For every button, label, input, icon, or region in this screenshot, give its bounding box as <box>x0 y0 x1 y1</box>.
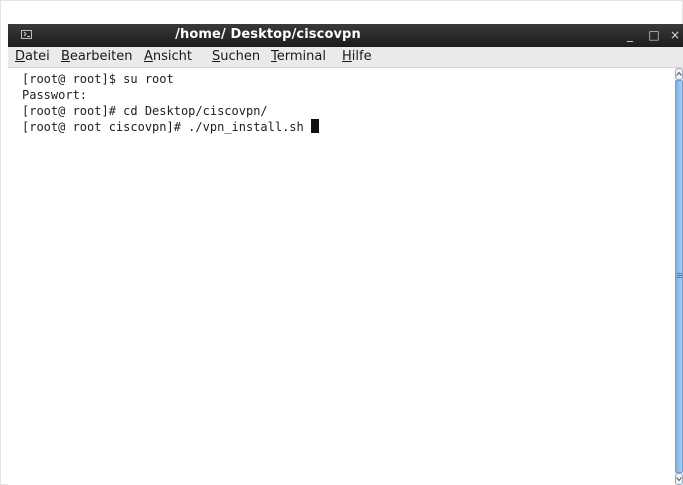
maximize-button[interactable]: □ <box>648 27 660 44</box>
menu-datei-accel: D <box>15 49 26 64</box>
chevron-down-icon[interactable] <box>675 473 683 485</box>
scroll-grip <box>677 273 682 274</box>
menu-ansicht[interactable]: Ansicht <box>144 49 192 64</box>
terminal-line: [root@ root]# cd Desktop/ciscovpn/ <box>22 104 268 118</box>
menu-hilfe-label: ilfe <box>351 49 372 64</box>
menu-bar: Datei Bearbeiten Ansicht Suchen Terminal… <box>8 47 683 68</box>
chevron-up-icon[interactable] <box>675 68 683 80</box>
menu-bearbeiten-accel: B <box>61 49 70 64</box>
menu-ansicht-accel: A <box>144 49 153 64</box>
menu-hilfe[interactable]: Hilfe <box>342 49 372 64</box>
menu-hilfe-accel: H <box>342 49 352 64</box>
menu-datei[interactable]: Datei <box>15 49 50 64</box>
text-cursor <box>310 119 319 133</box>
terminal-output[interactable]: [root@ root]$ su root Passwort: [root@ r… <box>8 68 675 485</box>
menu-bearbeiten[interactable]: Bearbeiten <box>61 49 132 64</box>
scroll-grip <box>677 277 682 278</box>
terminal-line: Passwort: <box>22 88 88 102</box>
terminal-line: [root@ root]$ su root <box>22 72 174 86</box>
close-button[interactable]: × <box>669 27 681 44</box>
scroll-thumb[interactable] <box>675 80 683 473</box>
terminal-current-line: [root@ root ciscovpn]# ./vpn_install.sh <box>22 119 319 135</box>
terminal-prompt-command: [root@ root ciscovpn]# ./vpn_install.sh <box>22 120 311 134</box>
window-title: /home/ Desktop/ciscovpn <box>175 27 361 42</box>
menu-suchen-label: uchen <box>220 49 261 64</box>
menu-datei-label: atei <box>25 49 50 64</box>
menu-terminal-label: erminal <box>276 49 326 64</box>
terminal-window: /home/ Desktop/ciscovpn _ □ × Datei Bear… <box>8 24 683 485</box>
menu-terminal[interactable]: Terminal <box>271 49 326 64</box>
menu-ansicht-label: nsicht <box>152 49 193 64</box>
title-bar[interactable]: /home/ Desktop/ciscovpn _ □ × <box>8 24 683 47</box>
scroll-grip <box>677 275 682 276</box>
menu-bearbeiten-label: earbeiten <box>69 49 133 64</box>
vertical-scrollbar[interactable] <box>675 68 683 485</box>
menu-suchen[interactable]: Suchen <box>212 49 260 64</box>
minimize-button[interactable]: _ <box>624 27 636 44</box>
